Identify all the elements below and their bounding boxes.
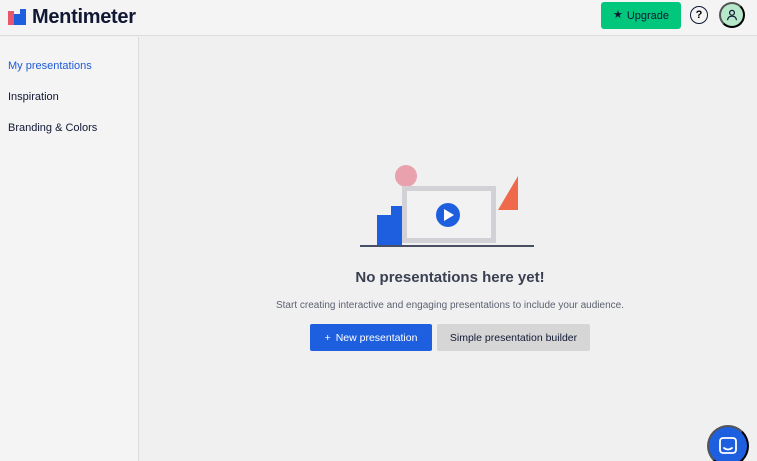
chat-icon bbox=[719, 437, 737, 454]
sidebar: My presentations Inspiration Branding & … bbox=[0, 37, 139, 461]
question-circle-icon: ? bbox=[695, 9, 703, 21]
main-content: No presentations here yet! Start creatin… bbox=[140, 37, 757, 461]
sidebar-item-my-presentations[interactable]: My presentations bbox=[8, 60, 92, 72]
empty-state-description: Start creating interactive and engaging … bbox=[275, 300, 624, 311]
plus-icon: + bbox=[324, 331, 331, 344]
sidebar-item-branding-colors[interactable]: Branding & Colors bbox=[8, 122, 97, 134]
simple-presentation-builder-button[interactable]: Simple presentation builder bbox=[437, 324, 590, 351]
avatar[interactable] bbox=[719, 2, 745, 28]
upgrade-label: Upgrade bbox=[626, 9, 670, 22]
upgrade-button[interactable]: ★ Upgrade bbox=[601, 2, 681, 29]
sidebar-item-inspiration[interactable]: Inspiration bbox=[8, 91, 59, 103]
empty-state-illustration bbox=[360, 165, 534, 247]
new-presentation-label: New presentation bbox=[335, 331, 418, 344]
star-icon: ★ bbox=[612, 9, 623, 21]
new-presentation-button[interactable]: + New presentation bbox=[310, 324, 432, 351]
top-header: Mentimeter ★ Upgrade ? bbox=[0, 0, 757, 36]
user-icon bbox=[726, 9, 738, 21]
help-button[interactable]: ? bbox=[690, 6, 708, 24]
logo-text: Mentimeter bbox=[32, 5, 136, 28]
chat-button[interactable] bbox=[707, 425, 749, 461]
mentimeter-logo[interactable]: Mentimeter bbox=[8, 5, 136, 29]
mentimeter-logo-icon bbox=[8, 9, 26, 25]
empty-state-title: No presentations here yet! bbox=[355, 269, 545, 286]
